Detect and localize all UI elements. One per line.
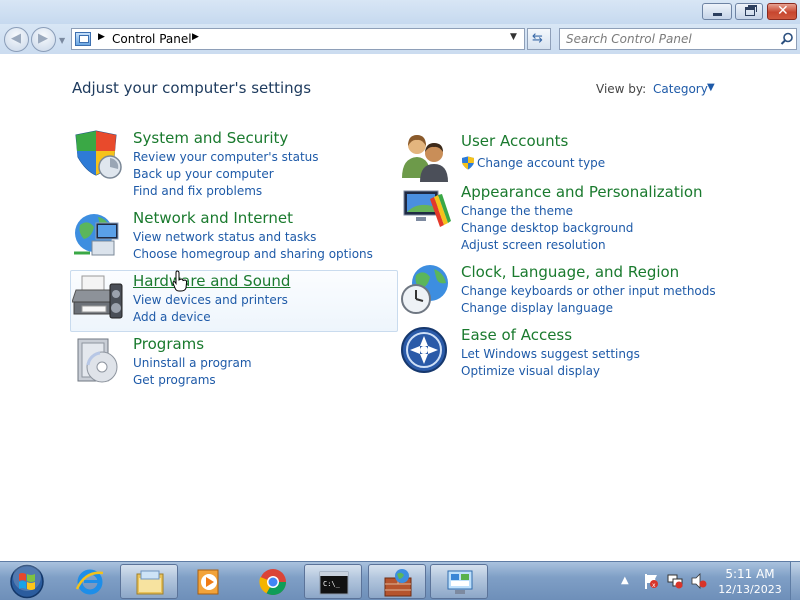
firewall-icon [384, 569, 412, 597]
ease-of-access-icon[interactable] [400, 326, 452, 378]
view-by-dropdown[interactable]: Category [653, 82, 708, 96]
close-icon: ✕ [777, 3, 789, 19]
taskbar-firewall[interactable] [368, 564, 426, 599]
command-prompt-icon: C:\_ [319, 571, 349, 595]
minimize-button[interactable] [702, 3, 732, 20]
taskbar-media-player[interactable] [180, 564, 238, 599]
file-explorer-icon [136, 570, 164, 595]
control-panel-small-icon [75, 32, 91, 46]
svg-text:C:\_: C:\_ [323, 580, 341, 588]
svg-text:x: x [652, 582, 656, 589]
link-homegroup[interactable]: Choose homegroup and sharing options [133, 247, 373, 261]
link-find-fix[interactable]: Find and fix problems [133, 184, 262, 198]
chrome-icon [259, 569, 287, 596]
link-network-status[interactable]: View network status and tasks [133, 230, 316, 244]
taskbar-chrome[interactable] [244, 564, 302, 599]
category-title[interactable]: User Accounts [461, 132, 568, 150]
link-screen-resolution[interactable]: Adjust screen resolution [461, 238, 606, 252]
close-button[interactable]: ✕ [767, 3, 797, 20]
taskbar-command-prompt[interactable]: C:\_ [304, 564, 362, 599]
link-change-theme[interactable]: Change the theme [461, 204, 573, 218]
hand-cursor-icon [172, 270, 188, 292]
refresh-button[interactable]: ⇆ [527, 28, 551, 50]
breadcrumb-chevron-icon[interactable]: ▶ [192, 32, 199, 42]
link-add-device[interactable]: Add a device [133, 310, 211, 324]
refresh-icon: ⇆ [532, 31, 543, 46]
breadcrumb-chevron-icon[interactable]: ▶ [98, 32, 105, 42]
programs-icon[interactable] [72, 335, 124, 387]
link-suggest-settings[interactable]: Let Windows suggest settings [461, 347, 640, 361]
users-icon[interactable] [400, 132, 452, 184]
link-desktop-background[interactable]: Change desktop background [461, 221, 633, 235]
clock-time: 5:11 AM [725, 567, 775, 581]
taskbar-control-panel[interactable] [430, 564, 488, 599]
link-backup[interactable]: Back up your computer [133, 167, 274, 181]
chevron-down-icon[interactable]: ▼ [707, 82, 715, 93]
appearance-icon[interactable] [400, 183, 452, 235]
link-change-account-type[interactable]: Change account type [477, 156, 605, 170]
uac-shield-icon [462, 156, 474, 170]
link-review-status[interactable]: Review your computer's status [133, 150, 319, 164]
forward-arrow-icon: ▶ [38, 31, 48, 46]
address-dropdown-icon[interactable]: ▼ [510, 32, 517, 42]
forward-button[interactable]: ▶ [31, 27, 56, 52]
taskbar-internet-explorer[interactable] [61, 564, 119, 599]
category-title[interactable]: Ease of Access [461, 326, 572, 344]
start-button[interactable] [7, 563, 47, 600]
control-panel-icon [447, 570, 473, 594]
back-button[interactable]: ◀ [4, 27, 29, 52]
address-bar[interactable]: ▶ Control Panel ▶ ▼ [71, 28, 525, 50]
clock-date: 12/13/2023 [718, 583, 782, 596]
internet-explorer-icon [75, 569, 104, 595]
navigation-bar: ◀ ▶ ▼ ▶ Control Panel ▶ ▼ ⇆ Search Contr… [0, 24, 800, 54]
taskbar-file-explorer[interactable] [120, 564, 178, 599]
search-input[interactable]: Search Control Panel [559, 28, 797, 50]
show-hidden-icons-button[interactable]: ▲ [621, 575, 629, 586]
link-devices-printers[interactable]: View devices and printers [133, 293, 288, 307]
media-player-icon [197, 569, 219, 595]
printer-icon[interactable] [72, 272, 124, 324]
restore-button[interactable] [735, 3, 763, 20]
page-title: Adjust your computer's settings [72, 79, 312, 97]
taskbar: C:\_ ▲ x 5:11 AM 12/13/2023 [0, 561, 800, 600]
window-title-bar: ✕ [0, 0, 800, 24]
volume-muted-icon[interactable] [691, 573, 707, 589]
link-change-keyboards[interactable]: Change keyboards or other input methods [461, 284, 716, 298]
link-display-language[interactable]: Change display language [461, 301, 613, 315]
back-arrow-icon: ◀ [11, 31, 21, 46]
link-uninstall-program[interactable]: Uninstall a program [133, 356, 252, 370]
link-get-programs[interactable]: Get programs [133, 373, 216, 387]
category-title[interactable]: Network and Internet [133, 209, 293, 227]
category-title[interactable]: Programs [133, 335, 204, 353]
network-globe-icon[interactable] [72, 209, 124, 261]
show-desktop-button[interactable] [790, 562, 800, 600]
category-title[interactable]: Clock, Language, and Region [461, 263, 679, 281]
view-by-label: View by: [596, 82, 647, 96]
search-icon[interactable] [780, 32, 794, 46]
clock-globe-icon[interactable] [400, 263, 452, 315]
breadcrumb-control-panel[interactable]: Control Panel [112, 32, 192, 46]
system-clock[interactable]: 5:11 AM 12/13/2023 [715, 567, 785, 597]
category-title[interactable]: Hardware and Sound [133, 272, 290, 290]
category-title[interactable]: System and Security [133, 129, 288, 147]
recent-pages-dropdown[interactable]: ▼ [59, 36, 65, 45]
shield-icon[interactable] [72, 129, 124, 181]
link-optimize-display[interactable]: Optimize visual display [461, 364, 600, 378]
network-icon[interactable] [667, 573, 683, 589]
minimize-icon [713, 13, 722, 16]
control-panel-content: Adjust your computer's settings View by:… [0, 54, 800, 561]
action-center-flag-icon[interactable]: x [643, 573, 659, 589]
category-title[interactable]: Appearance and Personalization [461, 183, 703, 201]
